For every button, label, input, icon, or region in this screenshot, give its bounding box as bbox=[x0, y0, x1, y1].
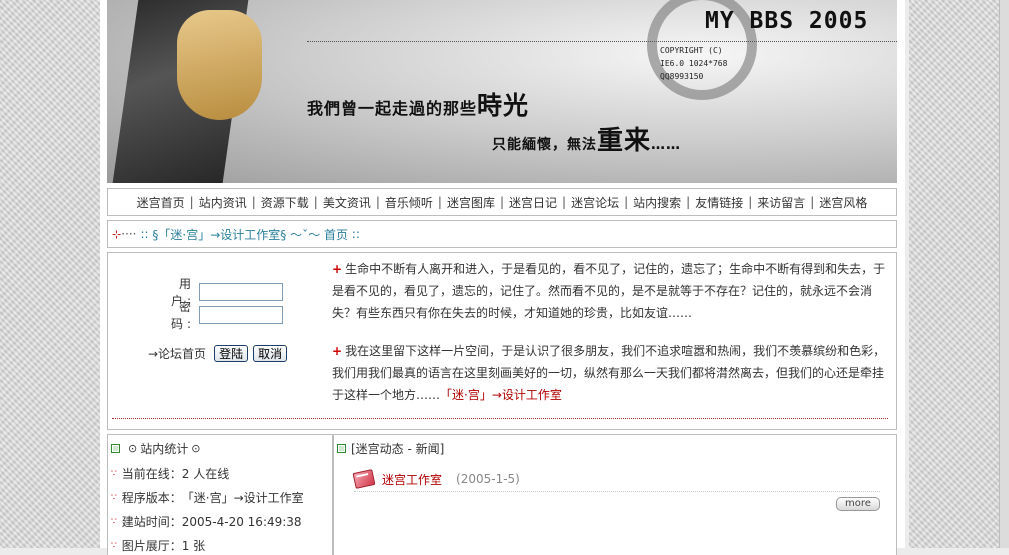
intro-panel: 用 户: 密 码: →论坛首页 登陆 取消 + 生命中不断有人离开和进入，于是看见… bbox=[107, 252, 897, 430]
stat-founded-label: 建站时间： bbox=[121, 515, 182, 529]
stats-title: ⊙ 站内统计 ⊙ bbox=[111, 440, 203, 457]
nav-separator: | bbox=[313, 195, 318, 209]
username-input[interactable] bbox=[199, 283, 283, 301]
left-texture-margin bbox=[0, 0, 100, 548]
bullet-icon: ∵ bbox=[111, 492, 117, 503]
news-item-title[interactable]: 迷宫工作室 bbox=[382, 471, 442, 488]
intro-paragraph-2-text: 我在这里留下这样一片空间，于是认识了很多朋友，我们不追求喧嚣和热闹，我们不羡慕缤… bbox=[332, 344, 886, 402]
forum-home-link[interactable]: →论坛首页 bbox=[148, 345, 206, 362]
nav-item[interactable]: 迷宫首页 bbox=[137, 194, 185, 211]
news-item: 迷宫工作室 (2005-1-5) bbox=[352, 467, 880, 492]
nav-item[interactable]: 迷宫论坛 bbox=[571, 194, 619, 211]
page-container: MY BBS 2005 COPYRIGHT (C) IE6.0 1024*768… bbox=[100, 0, 905, 555]
breadcrumb-site-link[interactable]: §「迷·宫」→设计工作室§ bbox=[152, 226, 286, 243]
intro-paragraph-2: + 我在这里留下这样一片空间，于是认识了很多朋友，我们不追求喧嚣和热闹，我们不羡慕… bbox=[332, 340, 888, 406]
banner-slogan-1: 我們曾一起走過的那些時光 bbox=[307, 86, 529, 122]
intro-paragraph-1-text: 生命中不断有人离开和进入，于是看见的，看不见了，记住的，遗忘了；生命中不断有得到… bbox=[332, 262, 886, 320]
password-label: 密 码: bbox=[170, 300, 195, 331]
password-row: 密 码: bbox=[153, 300, 283, 331]
stat-online-label: 当前在线： bbox=[121, 467, 182, 481]
news-title-text: [迷宫动态 - 新闻] bbox=[351, 442, 445, 456]
banner-divider bbox=[307, 41, 897, 42]
banner-slogan-2-text: 只能緬懷，無法 bbox=[492, 137, 597, 153]
circle-dot-icon: ⊙ bbox=[191, 442, 201, 455]
intro-divider bbox=[112, 418, 888, 419]
crosshair-icon: ⊹ bbox=[112, 227, 122, 241]
circle-dot-icon: ⊙ bbox=[128, 442, 138, 455]
dotted-icon: ···· bbox=[121, 227, 137, 241]
banner-slogan-2-ellipsis: …… bbox=[651, 137, 682, 153]
banner-slogan-2: 只能緬懷，無法重来…… bbox=[492, 120, 681, 157]
stat-online-value: 2 人在线 bbox=[181, 467, 230, 481]
plus-icon: + bbox=[332, 262, 343, 276]
nav-item[interactable]: 音乐倾听 bbox=[385, 194, 433, 211]
login-button[interactable]: 登陆 bbox=[214, 345, 249, 362]
more-button[interactable]: more bbox=[836, 497, 880, 511]
nav-item[interactable]: 迷宫日记 bbox=[509, 194, 557, 211]
news-item-date: (2005-1-5) bbox=[456, 472, 520, 486]
nav-separator: | bbox=[686, 195, 691, 209]
password-input[interactable] bbox=[199, 306, 283, 324]
green-square-icon bbox=[337, 444, 346, 453]
site-stats-panel: ⊙ 站内统计 ⊙ ∵ 当前在线： 2 人在线 ∵ 程序版本： 「迷·宫」→设计工… bbox=[107, 434, 333, 555]
nav-item[interactable]: 友情链接 bbox=[695, 194, 743, 211]
intro-signature-link[interactable]: 「迷·宫」→设计工作室 bbox=[440, 388, 562, 402]
news-title: [迷宫动态 - 新闻] bbox=[337, 440, 444, 457]
banner-browser-note: IE6.0 1024*768 bbox=[660, 59, 728, 68]
banner-slogan-1-emphasis: 時光 bbox=[477, 91, 530, 120]
breadcrumb-home-link[interactable]: 首页 bbox=[324, 226, 348, 243]
stat-gallery: ∵ 图片展厅：1 张 bbox=[111, 537, 205, 554]
nav-item[interactable]: 站内资讯 bbox=[199, 194, 247, 211]
nav-separator: | bbox=[437, 195, 442, 209]
nav-separator: | bbox=[375, 195, 380, 209]
bullet-icon: ∵ bbox=[111, 540, 117, 551]
plus-icon: + bbox=[332, 344, 343, 358]
nav-separator: | bbox=[624, 195, 629, 209]
stat-version-label: 程序版本： bbox=[121, 491, 182, 505]
nav-separator: | bbox=[748, 195, 753, 209]
bullet-icon: ∵ bbox=[111, 468, 117, 479]
login-actions: →论坛首页 登陆 取消 bbox=[148, 345, 292, 362]
nav-separator: | bbox=[810, 195, 815, 209]
login-form: 用 户: 密 码: bbox=[153, 277, 283, 331]
stat-founded: ∵ 建站时间： 2005-4-20 16:49:38 bbox=[111, 513, 302, 530]
nav-separator: | bbox=[251, 195, 256, 209]
intro-paragraph-1: + 生命中不断有人离开和进入，于是看见的，看不见了，记住的，遗忘了；生命中不断有得… bbox=[332, 258, 888, 324]
green-square-icon bbox=[111, 444, 120, 453]
news-panel: [迷宫动态 - 新闻] 迷宫工作室 (2005-1-5) more bbox=[333, 434, 897, 555]
breadcrumb-suffix: :: bbox=[351, 227, 360, 241]
banner-bag-image bbox=[177, 10, 262, 120]
breadcrumb-tilde: ～ˇ～ bbox=[290, 227, 321, 242]
bullet-icon: ∵ bbox=[111, 516, 117, 527]
main-nav: 迷宫首页 | 站内资讯 | 资源下载 | 美文资讯 | 音乐倾听 | 迷宫图库 | 迷宫日记 | 迷宫论坛 |… bbox=[107, 188, 897, 216]
banner-qq: QQ8993150 bbox=[660, 72, 704, 81]
breadcrumb: ⊹ ···· :: §「迷·宫」→设计工作室§ ～ˇ～ 首页 :: bbox=[107, 220, 897, 248]
nav-item[interactable]: 来访留言 bbox=[757, 194, 805, 211]
banner-slogan-2-emphasis: 重来 bbox=[597, 126, 652, 156]
book-icon bbox=[352, 469, 376, 489]
stat-gallery-text: 图片展厅：1 张 bbox=[121, 539, 206, 553]
nav-separator: | bbox=[499, 195, 505, 209]
site-banner: MY BBS 2005 COPYRIGHT (C) IE6.0 1024*768… bbox=[107, 0, 897, 183]
banner-copyright-block: COPYRIGHT (C) IE6.0 1024*768 QQ8993150 bbox=[660, 44, 727, 83]
right-texture-margin bbox=[909, 0, 1009, 548]
stat-founded-value: 2005-4-20 16:49:38 bbox=[181, 514, 302, 529]
nav-separator: | bbox=[562, 195, 567, 209]
nav-item[interactable]: 迷宫图库 bbox=[447, 194, 495, 211]
nav-item[interactable]: 迷宫风格 bbox=[819, 194, 867, 211]
banner-slogan-1-text: 我們曾一起走過的那些 bbox=[307, 99, 478, 118]
stat-online: ∵ 当前在线： 2 人在线 bbox=[111, 465, 229, 482]
stats-title-text: 站内统计 bbox=[140, 442, 189, 456]
breadcrumb-prefix: :: bbox=[140, 227, 149, 241]
stat-version-value: 「迷·宫」→设计工作室 bbox=[181, 491, 304, 505]
nav-item[interactable]: 美文资讯 bbox=[323, 194, 371, 211]
nav-separator: | bbox=[189, 195, 194, 209]
cancel-button[interactable]: 取消 bbox=[253, 345, 288, 362]
stat-version: ∵ 程序版本： 「迷·宫」→设计工作室 bbox=[111, 489, 304, 506]
nav-item[interactable]: 站内搜索 bbox=[633, 194, 681, 211]
nav-item[interactable]: 资源下载 bbox=[261, 194, 309, 211]
banner-title: MY BBS 2005 bbox=[705, 8, 869, 34]
banner-copyright: COPYRIGHT (C) bbox=[660, 46, 723, 55]
window-scrollbar[interactable] bbox=[999, 0, 1009, 548]
